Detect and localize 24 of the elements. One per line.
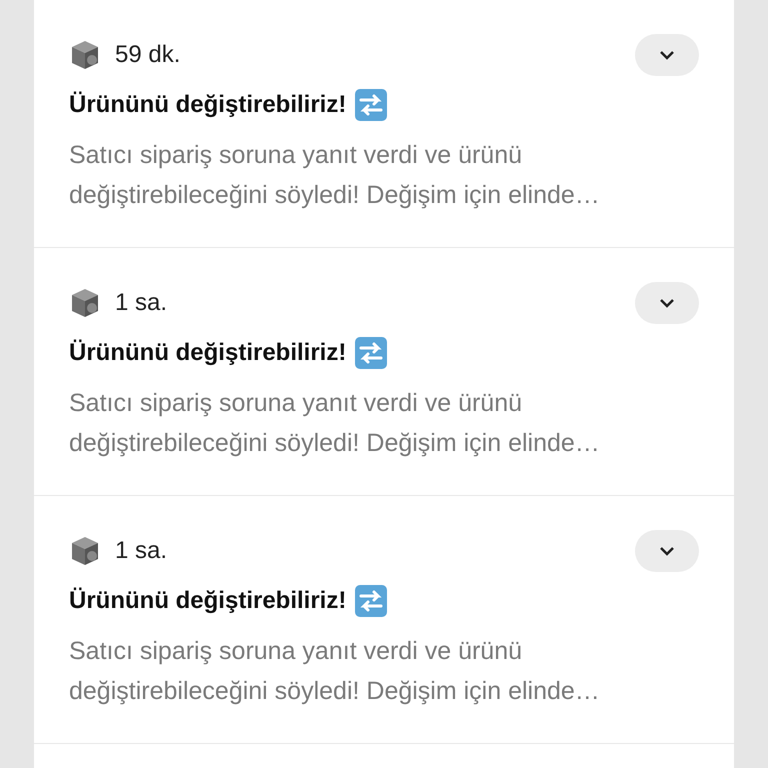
chevron-icon [659,50,675,60]
notification-card[interactable]: 1 sa. Ürününü değiştirebiliriz! Satıcı sipariş soruna yanıt verdi ve ürünü değiştirebileceğini söyledi! Değişim için elinde… [34,248,734,496]
expand-button[interactable] [635,530,699,572]
expand-button[interactable] [635,34,699,76]
notification-text: Satıcı sipariş soruna yanıt verdi ve ürünü değiştirebileceğini söyledi! Değişim için elinde… [69,388,601,459]
arrows-icon [354,584,388,618]
chevron-icon [659,546,675,556]
notification-card[interactable]: 59 dk. Ürününü değiştirebiliriz! Satıcı sipariş soruna yanıt verdi ve ürünü değiştirebileceğini söyledi! Değişim için elinde… [34,0,734,248]
arrows-icon [354,88,388,122]
notification-time: 59 dk. [115,41,182,69]
expand-button[interactable] [635,282,699,324]
notification-card[interactable]: 1 sa. Ürününü değiştirebiliriz! Satıcı sipariş soruna yanıt verdi ve ürünü değiştirebileceğini söyledi! Değişim için elinde… [34,496,734,744]
notification-text: Satıcı sipariş soruna yanıt verdi ve ürünü değiştirebileceğini söyledi! Değişim için elinde… [69,636,601,707]
notification-time: 1 sa. [115,289,168,317]
notification-text: Satıcı sipariş soruna yanıt verdi ve ürünü değiştirebileceğini söyledi! Değişim için elinde… [69,140,601,211]
notification-title: Ürününü değiştirebiliriz! [69,91,346,119]
package-icon [69,287,101,319]
arrows-icon [354,336,388,370]
notification-title: Ürününü değiştirebiliriz! [69,587,346,615]
chevron-icon [659,298,675,308]
notification-time: 1 sa. [115,537,168,565]
package-icon [69,39,101,71]
package-icon [69,535,101,567]
notification-title: Ürününü değiştirebiliriz! [69,339,346,367]
